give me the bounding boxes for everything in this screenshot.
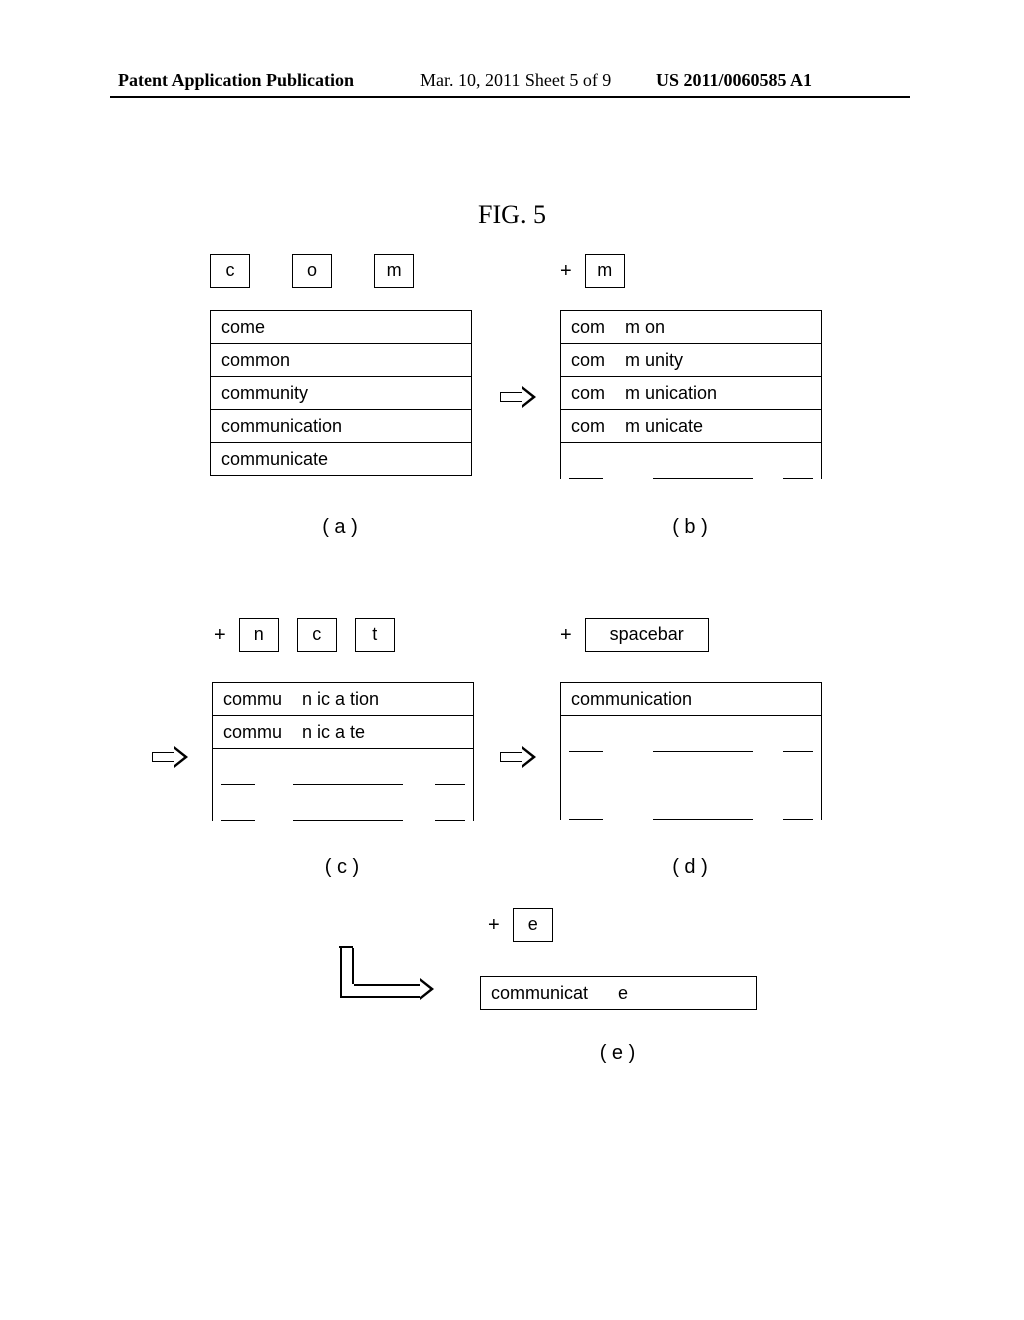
- key-m: m: [374, 254, 414, 288]
- key-c: c: [297, 618, 337, 652]
- panel-c-list: commu n ic a tion commu n ic a te: [212, 682, 474, 821]
- list-item: community: [211, 377, 471, 410]
- arrow-icon: [500, 748, 538, 771]
- panel-b-keys: + m: [560, 254, 627, 288]
- arrow-icon: [500, 388, 538, 411]
- panel-d-keys: + spacebar: [560, 618, 711, 652]
- panel-c-label: ( c ): [212, 856, 472, 879]
- list-item-empty: [213, 749, 473, 785]
- list-item: com m unity: [561, 344, 821, 377]
- list-item: com m on: [561, 311, 821, 344]
- key-m: m: [585, 254, 625, 288]
- list-item: com m unication: [561, 377, 821, 410]
- key-n: n: [239, 618, 279, 652]
- panel-d-label: ( d ): [560, 856, 820, 879]
- key-o: o: [292, 254, 332, 288]
- list-item: com m unicate: [561, 410, 821, 443]
- list-item: communication: [211, 410, 471, 443]
- panel-c-keys: + n c t: [214, 618, 397, 652]
- list-item-empty: [213, 785, 473, 821]
- list-item: commu n ic a te: [213, 716, 473, 749]
- list-item-empty: [561, 443, 821, 479]
- panel-b-label: ( b ): [560, 516, 820, 539]
- panel-a-label: ( a ): [210, 516, 470, 539]
- key-t: t: [355, 618, 395, 652]
- list-item: common: [211, 344, 471, 377]
- panel-e-label: ( e ): [480, 1042, 755, 1065]
- list-item-empty: [561, 784, 821, 820]
- plus-icon: +: [560, 624, 572, 647]
- panel-d-list: communication: [560, 682, 822, 820]
- plus-icon: +: [560, 260, 572, 283]
- list-gap: [561, 752, 821, 784]
- down-right-arrow-icon: [340, 948, 440, 1003]
- header-pub-number: US 2011/0060585 A1: [656, 70, 812, 91]
- key-c: c: [210, 254, 250, 288]
- text: commu n ic a te: [223, 722, 365, 742]
- header-publication: Patent Application Publication: [118, 70, 354, 91]
- panel-e-keys: + e: [488, 908, 555, 942]
- key-spacebar: spacebar: [585, 618, 709, 652]
- arrow-icon: [152, 748, 190, 771]
- text: commu n ic a tion: [223, 689, 379, 709]
- plus-icon: +: [488, 914, 500, 937]
- list-item: communication: [561, 683, 821, 716]
- panel-e-result: communicat e: [480, 976, 757, 1010]
- list-item: come: [211, 311, 471, 344]
- figure-title: FIG. 5: [0, 200, 1024, 230]
- panel-a-list: come common community communication comm…: [210, 310, 472, 476]
- list-item: communicate: [211, 443, 471, 476]
- key-e: e: [513, 908, 553, 942]
- header-date-sheet: Mar. 10, 2011 Sheet 5 of 9: [420, 70, 611, 91]
- list-item-empty: [561, 716, 821, 752]
- panel-b-list: com m on com m unity com m unication com…: [560, 310, 822, 479]
- plus-icon: +: [214, 624, 226, 647]
- list-item: commu n ic a tion: [213, 683, 473, 716]
- panel-a-keys: c o m: [210, 254, 416, 288]
- header-rule: [110, 96, 910, 98]
